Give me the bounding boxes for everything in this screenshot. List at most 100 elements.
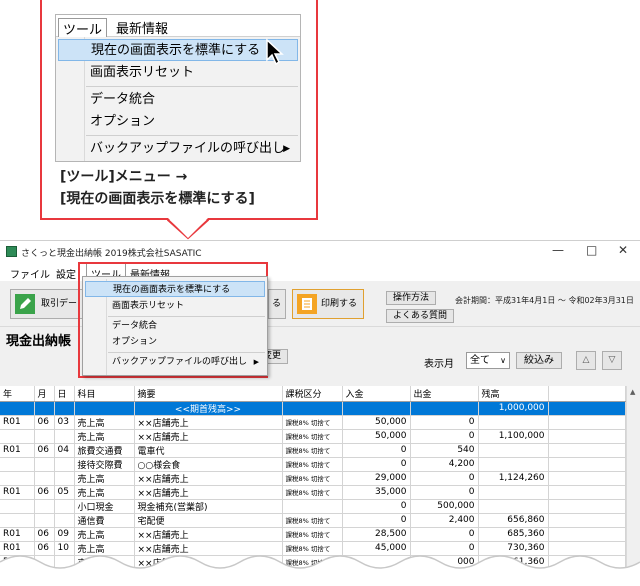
table-cell: 0 — [410, 415, 479, 430]
table-cell: 4,200 — [410, 457, 479, 472]
table-cell — [34, 499, 55, 514]
title-bar: さくっと現金出納帳 2019株式会社SASATIC — □ ✕ — [0, 241, 640, 263]
column-header[interactable]: 月 — [34, 386, 55, 402]
table-cell: 通信費 — [74, 513, 135, 528]
scroll-up-icon[interactable]: ▲ — [630, 388, 635, 396]
table-row[interactable]: R01 06 04 旅費交通費 電車代 課税8% 切捨て 0 540 — [0, 443, 626, 458]
column-header[interactable]: 残高 — [478, 386, 549, 402]
transaction-input-button[interactable]: 取引デー — [10, 289, 86, 319]
table-cell: R01 — [0, 443, 35, 458]
table-cell: ××店舗売上 — [134, 471, 283, 486]
column-header[interactable]: 科目 — [74, 386, 135, 402]
month-select-value: 全て — [470, 355, 490, 366]
table-row[interactable]: R01 06 09 売上高 ××店舗売上 課税8% 切捨て 28,500 0 685,360 — [0, 527, 626, 542]
zoomed-menu-tool[interactable]: ツール — [58, 18, 108, 38]
menu-separator — [86, 135, 298, 136]
column-header[interactable]: 日 — [54, 386, 75, 402]
zoomed-item-data-merge[interactable]: データ統合 — [58, 89, 298, 111]
table-row[interactable]: 売上高 ××店舗売上 課税8% 切捨て 29,000 0 1,124,260 — [0, 471, 626, 486]
table-cell — [410, 401, 479, 416]
table-cell: 28,500 — [342, 527, 411, 542]
table-row[interactable]: 小口現金 現金補充(営業部) 0 500,000 — [0, 499, 626, 514]
table-row[interactable]: 通信費 宅配便 課税8% 切捨て 0 2,400 656,860 — [0, 513, 626, 528]
table-cell: 50,000 — [342, 429, 411, 444]
table-cell — [478, 457, 549, 472]
column-header[interactable]: 年 — [0, 386, 35, 402]
table-cell-filler — [548, 429, 626, 444]
item-label: 現在の画面表示を標準にする — [113, 285, 231, 295]
table-cell: 0 — [410, 527, 479, 542]
menu-settings[interactable]: 設定 — [56, 266, 76, 281]
table-cell: 05 — [54, 485, 75, 500]
table-cell: ××店舗売上 — [134, 415, 283, 430]
move-down-button[interactable]: ▽ — [602, 351, 622, 370]
table-cell — [34, 471, 55, 486]
zoomed-item-options[interactable]: オプション — [58, 111, 298, 133]
table-cell — [54, 499, 75, 514]
table-cell — [54, 471, 75, 486]
table-cell: 0 — [342, 513, 411, 528]
table-body: <<期首残高>> 1,000,000 R01 06 03 売上高 ××店舗売上 課税8% 切捨… — [0, 401, 626, 570]
table-row[interactable]: <<期首残高>> 1,000,000 — [0, 401, 626, 416]
table-row[interactable]: 接待交際費 ○○様会食 課税8% 切捨て 0 4,200 — [0, 457, 626, 472]
table-cell — [54, 457, 75, 472]
table-cell: 0 — [342, 457, 411, 472]
table-cell-filler — [548, 485, 626, 500]
table-cell: 売上高 — [74, 429, 135, 444]
table-cell: 課税8% 切捨て — [282, 513, 343, 528]
table-cell: 06 — [34, 415, 55, 430]
menu-item-backup-load[interactable]: バックアップファイルの呼び出し ▶ — [85, 354, 265, 370]
column-header[interactable]: 出金 — [410, 386, 479, 402]
move-up-button[interactable]: △ — [576, 351, 596, 370]
table-cell-filler — [548, 401, 626, 416]
table-cell — [342, 401, 411, 416]
app-icon — [6, 246, 17, 257]
zoomed-menu-news[interactable]: 最新情報 — [116, 18, 168, 37]
month-select[interactable]: 全て ∨ — [466, 352, 510, 369]
table-cell: 売上高 — [74, 471, 135, 486]
faq-button[interactable]: よくある質問 — [386, 309, 455, 323]
table-row[interactable]: 売上高 ××店舗売上 課税8% 切捨て 50,000 0 1,100,000 — [0, 429, 626, 444]
maximize-icon[interactable]: □ — [586, 243, 597, 257]
table-row[interactable]: R01 06 05 売上高 ××店舗売上 課税8% 切捨て 35,000 0 — [0, 485, 626, 500]
hidden-button-edge[interactable]: る — [268, 289, 286, 319]
menu-item-data-merge[interactable]: データ統合 — [85, 318, 265, 334]
table-cell: 0 — [410, 471, 479, 486]
item-label: 現在の画面表示を標準にする — [91, 43, 261, 58]
print-icon — [297, 294, 317, 314]
caption-line-1: [ツール]メニュー → — [60, 169, 188, 185]
button-label-fragment: る — [272, 299, 282, 309]
print-button[interactable]: 印刷する — [292, 289, 364, 319]
table-cell — [0, 513, 35, 528]
zoomed-item-set-default-view[interactable]: 現在の画面表示を標準にする — [58, 39, 298, 61]
page-title: 現金出納帳 — [6, 334, 72, 349]
column-header[interactable]: 課税区分 — [282, 386, 343, 402]
close-icon[interactable]: ✕ — [618, 243, 628, 257]
accounting-period: 会計期間：平成31年4月1日 〜 令和02年3月31日 — [455, 296, 634, 305]
menu-item-set-default-view[interactable]: 現在の画面表示を標準にする — [85, 281, 265, 297]
table-cell: 宅配便 — [134, 513, 283, 528]
menu-file[interactable]: ファイル — [10, 266, 50, 281]
table-cell: 課税8% 切捨て — [282, 471, 343, 486]
ledger-grid: 年月日科目 摘要 課税区分 入金 出金 残高 <<期首残高>> 1,000,000 R01 06… — [0, 386, 626, 570]
column-header[interactable]: 摘要 — [134, 386, 283, 402]
filter-button[interactable]: 絞込み — [516, 352, 562, 369]
table-cell: 50,000 — [342, 415, 411, 430]
item-label: データ統合 — [112, 321, 158, 331]
menu-item-options[interactable]: オプション — [85, 334, 265, 350]
table-cell — [282, 499, 343, 514]
menu-item-reset-view[interactable]: 画面表示リセット — [85, 298, 265, 314]
zoomed-tools-menu: ツール 最新情報 現在の画面表示を標準にする 画面表示リセット データ統合 オプ… — [55, 14, 301, 162]
zoomed-item-backup-load[interactable]: バックアップファイルの呼び出し ▶ — [58, 138, 298, 160]
table-row[interactable]: R01 06 03 売上高 ××店舗売上 課税8% 切捨て 50,000 0 — [0, 415, 626, 430]
table-cell: 1,000,000 — [478, 401, 549, 416]
table-cell-filler — [548, 415, 626, 430]
table-cell — [478, 499, 549, 514]
table-cell: <<期首残高>> — [134, 401, 283, 416]
minimize-icon[interactable]: — — [552, 243, 564, 257]
table-cell: 2,400 — [410, 513, 479, 528]
table-cell-filler — [548, 527, 626, 542]
zoomed-item-reset-view[interactable]: 画面表示リセット — [58, 62, 298, 84]
howto-button[interactable]: 操作方法 — [386, 291, 437, 305]
column-header[interactable]: 入金 — [342, 386, 411, 402]
